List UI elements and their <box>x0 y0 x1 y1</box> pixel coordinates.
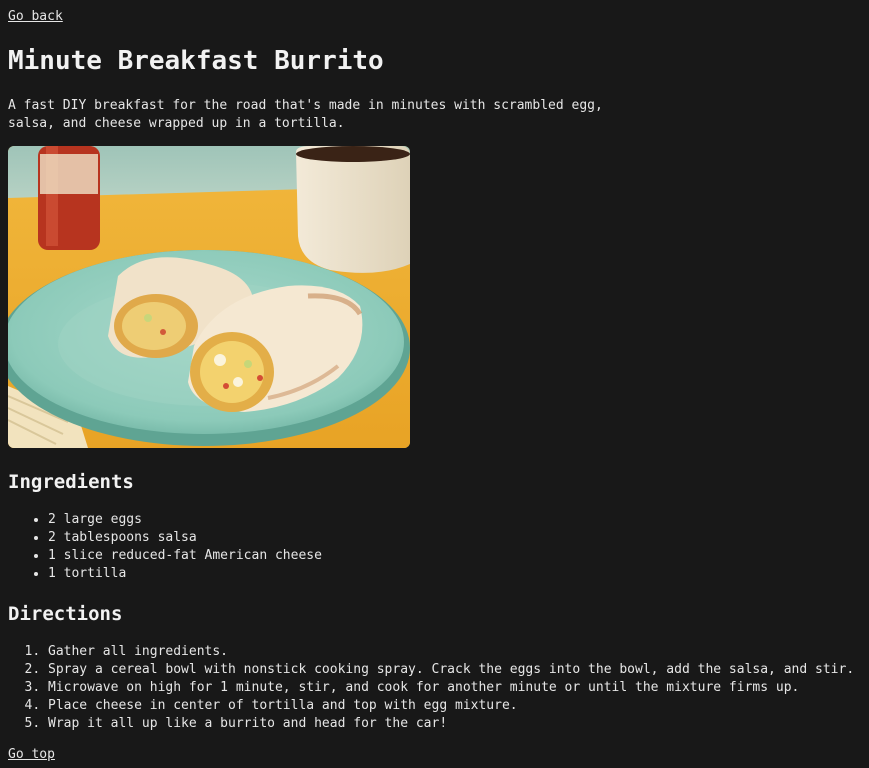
ingredients-heading: Ingredients <box>8 471 134 493</box>
list-item: 2 tablespoons salsa <box>48 529 322 547</box>
directions-list: Gather all ingredients. Spray a cereal b… <box>8 643 854 733</box>
recipe-description: A fast DIY breakfast for the road that's… <box>8 98 603 131</box>
go-top-link[interactable]: Go top <box>8 746 55 764</box>
page-title: Minute Breakfast Burrito <box>8 46 384 76</box>
list-item: Microwave on high for 1 minute, stir, an… <box>48 679 854 697</box>
list-item: 1 tortilla <box>48 565 322 583</box>
ingredients-list: 2 large eggs 2 tablespoons salsa 1 slice… <box>8 511 322 583</box>
go-back-link[interactable]: Go back <box>8 8 63 26</box>
list-item: Gather all ingredients. <box>48 643 854 661</box>
list-item: 2 large eggs <box>48 511 322 529</box>
burrito-photo <box>8 146 410 448</box>
directions-heading: Directions <box>8 603 123 625</box>
list-item: Place cheese in center of tortilla and t… <box>48 697 854 715</box>
list-item: Spray a cereal bowl with nonstick cookin… <box>48 661 854 679</box>
list-item: Wrap it all up like a burrito and head f… <box>48 715 854 733</box>
list-item: 1 slice reduced-fat American cheese <box>48 547 322 565</box>
